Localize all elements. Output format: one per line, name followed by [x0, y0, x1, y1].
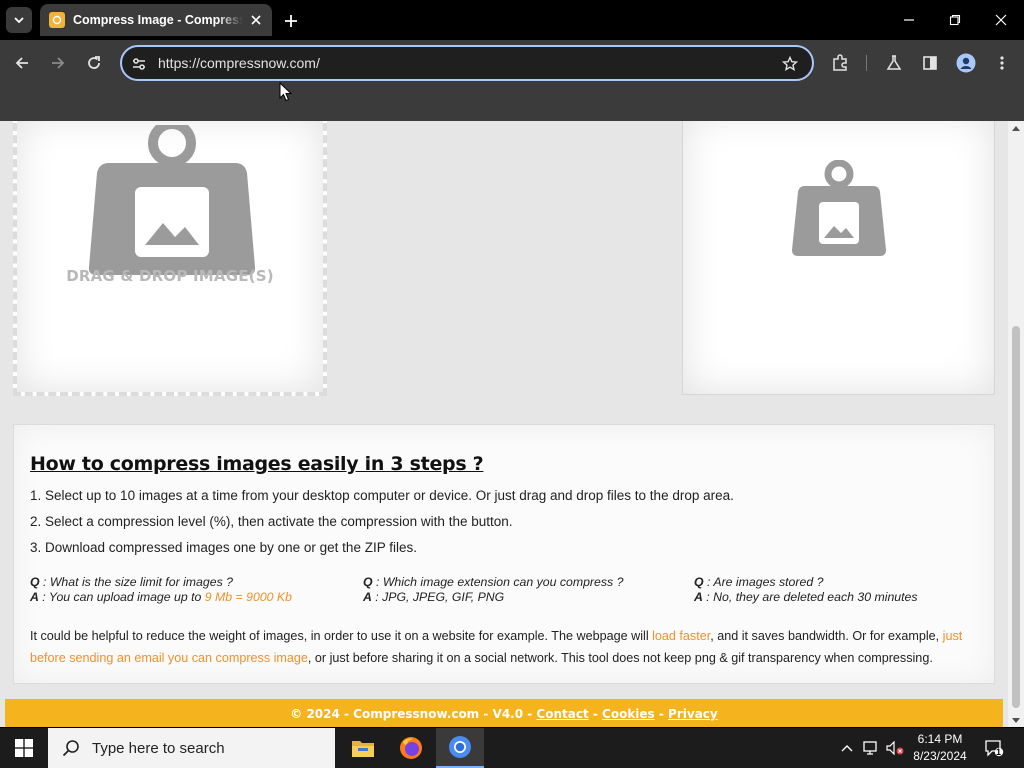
tray-show-hidden-icon[interactable]: [836, 728, 858, 768]
browser-toolbar: https://compressnow.com/: [0, 40, 1024, 86]
how-to-section: How to compress images easily in 3 steps…: [13, 424, 995, 684]
step-2: 2. Select a compression level (%), then …: [30, 514, 513, 529]
mouse-cursor-icon: [279, 82, 292, 102]
faq-item-extensions: Q : Which image extension can you compre…: [363, 575, 624, 604]
side-panel-icon[interactable]: [919, 52, 941, 74]
windows-taskbar: Type here to search 6:14 PM 8/23/2024 1: [0, 728, 1024, 768]
forward-button[interactable]: [44, 49, 72, 77]
notification-count: 1: [996, 747, 1002, 757]
chevron-down-icon: [14, 17, 24, 24]
drag-drop-label: DRAG & DROP IMAGE(S): [66, 267, 274, 285]
faq-item-storage: Q : Are images stored ? A : No, they are…: [694, 575, 918, 604]
tab-title: Compress Image - Compressnow: [73, 13, 243, 27]
clock-time: 6:14 PM: [917, 732, 963, 746]
tab-close-icon[interactable]: [248, 12, 264, 28]
extensions-icon[interactable]: [829, 52, 851, 74]
back-button[interactable]: [8, 49, 36, 77]
network-icon[interactable]: [860, 728, 882, 768]
plus-icon: [285, 15, 297, 27]
footer-copyright: © 2024 - Compressnow.com - V4.0 -: [290, 707, 537, 721]
load-faster-link[interactable]: load faster: [652, 629, 710, 643]
scroll-up-arrow-icon[interactable]: [1012, 126, 1020, 131]
reload-button[interactable]: [80, 49, 108, 77]
chrome-icon: [449, 736, 471, 758]
arrow-right-icon: [52, 57, 65, 69]
taskbar-chrome[interactable]: [436, 728, 484, 768]
restore-icon: [949, 14, 961, 26]
info-paragraph: It could be helpful to reduce the weight…: [30, 629, 963, 665]
taskbar-firefox[interactable]: [387, 728, 435, 768]
faq-item-size-limit: Q : What is the size limit for images ? …: [30, 575, 292, 604]
url-text[interactable]: https://compressnow.com/: [158, 55, 320, 71]
footer-contact-link[interactable]: Contact: [536, 707, 588, 721]
site-footer: © 2024 - Compressnow.com - V4.0 - Contac…: [5, 699, 1003, 727]
minimize-icon: [904, 19, 914, 21]
search-placeholder: Type here to search: [92, 739, 225, 757]
arrow-left-icon: [15, 57, 28, 69]
browser-titlebar: Compress Image - Compressnow: [0, 0, 1024, 40]
page-viewport: DRAG & DROP IMAGE(S) How to compress ima…: [0, 121, 1008, 727]
tab-search-button[interactable]: [6, 7, 32, 33]
result-area: [682, 121, 995, 395]
profile-avatar-icon[interactable]: [955, 52, 977, 74]
more-menu-icon[interactable]: [991, 52, 1013, 74]
scroll-down-arrow-icon[interactable]: [1012, 718, 1020, 723]
taskbar-clock[interactable]: 6:14 PM 8/23/2024: [905, 731, 975, 765]
how-to-heading: How to compress images easily in 3 steps…: [30, 453, 484, 475]
clock-date: 8/23/2024: [913, 749, 967, 763]
restore-button[interactable]: [932, 0, 978, 40]
address-bar[interactable]: https://compressnow.com/: [120, 45, 814, 81]
scrollbar-thumb[interactable]: [1012, 326, 1020, 708]
folder-icon: [352, 741, 374, 757]
labs-flask-icon[interactable]: [883, 52, 905, 74]
site-settings-icon[interactable]: [130, 55, 148, 73]
volume-muted-icon[interactable]: [884, 728, 906, 768]
new-tab-button[interactable]: [280, 10, 302, 32]
drop-area[interactable]: DRAG & DROP IMAGE(S): [13, 121, 327, 396]
close-icon: [995, 14, 1007, 26]
start-button[interactable]: [0, 728, 48, 768]
windows-logo-icon: [15, 739, 33, 757]
minimize-button[interactable]: [886, 0, 932, 40]
bookmark-star-icon[interactable]: [780, 54, 800, 74]
site-favicon-icon: [49, 12, 65, 28]
bookmarks-bar: [0, 86, 1024, 121]
taskbar-file-explorer[interactable]: [339, 728, 387, 768]
footer-cookies-link[interactable]: Cookies: [602, 707, 655, 721]
taskbar-search-box[interactable]: Type here to search: [48, 728, 335, 768]
toolbar-divider: [866, 55, 867, 71]
close-window-button[interactable]: [978, 0, 1024, 40]
steps-list: 1. Select up to 10 images at a time from…: [30, 488, 970, 566]
size-limit-value: 9 Mb = 9000 Kb: [204, 590, 292, 604]
weight-result-icon: [792, 160, 886, 256]
reload-icon: [88, 56, 100, 69]
search-icon: [62, 740, 79, 757]
weight-upload-icon: [88, 125, 256, 275]
step-3: 3. Download compressed images one by one…: [30, 540, 417, 555]
firefox-icon: [400, 737, 422, 759]
footer-privacy-link[interactable]: Privacy: [668, 707, 718, 721]
page-scrollbar[interactable]: [1008, 121, 1024, 727]
notification-center-icon[interactable]: 1: [980, 728, 1008, 768]
step-1: 1. Select up to 10 images at a time from…: [30, 488, 734, 503]
browser-tab-active[interactable]: Compress Image - Compressnow: [40, 4, 272, 36]
